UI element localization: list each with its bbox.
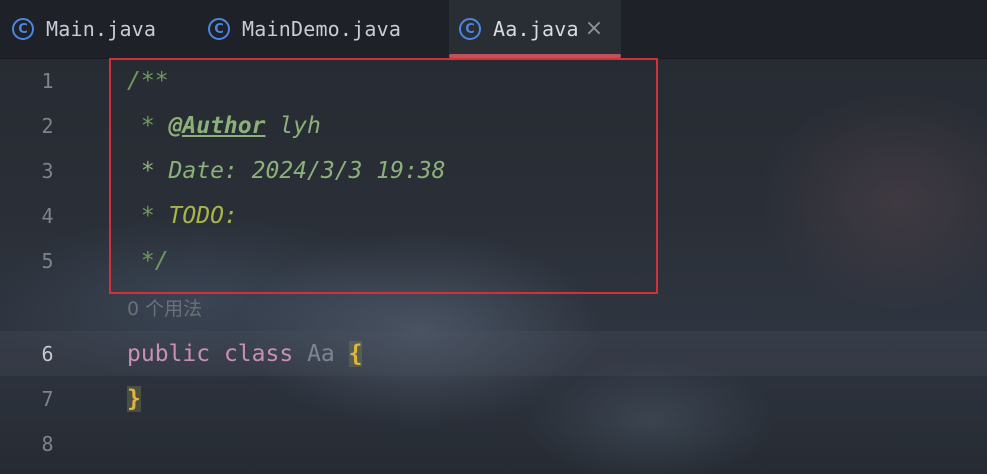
- code-line: 5 */: [0, 238, 987, 283]
- line-number: 1: [41, 68, 54, 93]
- javadoc-tag: @Author: [168, 112, 266, 139]
- ide-window: C Main.java C MainDemo.java C Aa.java × …: [0, 0, 987, 474]
- line-number: 3: [41, 158, 54, 183]
- tab-main-java[interactable]: C Main.java: [0, 0, 195, 58]
- tab-label: Aa.java: [493, 17, 579, 41]
- code-line-current: 6 public class Aa {: [0, 331, 987, 376]
- class-icon: C: [208, 18, 230, 40]
- line-number: 2: [41, 113, 54, 138]
- tab-label: Main.java: [46, 17, 157, 41]
- code-line: 3 * Date: 2024/3/3 19:38: [0, 148, 987, 193]
- code-text: * @Author lyh: [127, 113, 321, 139]
- code-editor[interactable]: 1 /** 2 * @Author lyh 3 * Date: 2024/3/3…: [0, 58, 987, 474]
- usages-hint[interactable]: 0 个用法: [127, 294, 202, 321]
- open-brace: {: [348, 340, 363, 367]
- doc-comment-star: *: [127, 112, 169, 139]
- doc-comment-end: */: [127, 247, 169, 274]
- tab-label: MainDemo.java: [242, 17, 402, 41]
- line-number: 8: [41, 431, 54, 456]
- line-number: 4: [41, 203, 54, 228]
- doc-comment-star: *: [127, 202, 169, 229]
- code-line: 8: [0, 421, 987, 466]
- code-text: * TODO:: [127, 203, 238, 229]
- line-number: 6: [41, 341, 54, 366]
- close-brace: }: [127, 385, 141, 412]
- keyword-class: class: [223, 340, 294, 367]
- tab-maindemo-java[interactable]: C MainDemo.java: [195, 0, 449, 58]
- doc-comment-text: lyh: [265, 112, 321, 139]
- doc-comment-start: /**: [127, 67, 169, 94]
- doc-comment-text: * Date: 2024/3/3 19:38: [127, 157, 446, 184]
- code-text: public class Aa {: [127, 340, 363, 367]
- code-line: 2 * @Author lyh: [0, 103, 987, 148]
- keyword-public: public: [127, 340, 211, 367]
- todo-marker: TODO:: [168, 202, 238, 229]
- code-line: 7 }: [0, 376, 987, 421]
- code-line: 4 * TODO:: [0, 193, 987, 238]
- code-text: /**: [127, 68, 169, 94]
- class-icon: C: [12, 18, 34, 40]
- editor-tab-bar: C Main.java C MainDemo.java C Aa.java ×: [0, 0, 987, 59]
- class-name: Aa: [307, 340, 335, 367]
- class-icon: C: [459, 18, 481, 40]
- code-text: * Date: 2024/3/3 19:38: [127, 158, 446, 184]
- code-line: 1 /**: [0, 58, 987, 103]
- code-text: */: [127, 248, 169, 274]
- code-text: }: [127, 385, 141, 412]
- line-number: 5: [41, 248, 54, 273]
- tab-aa-java[interactable]: C Aa.java ×: [449, 0, 621, 58]
- close-icon[interactable]: ×: [585, 18, 603, 40]
- line-number: 7: [41, 386, 54, 411]
